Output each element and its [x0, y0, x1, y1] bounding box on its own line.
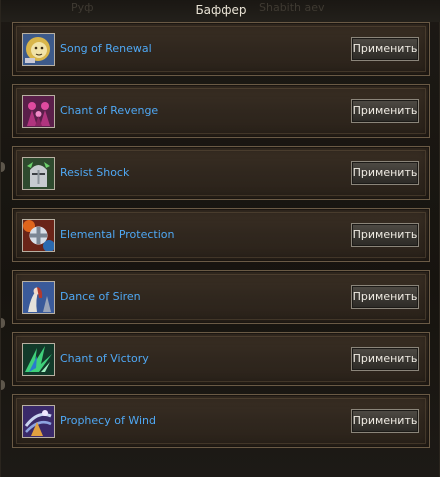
side-edge-knob	[1, 318, 5, 328]
buffer-window: Руф Shabith aev Баффер Song of Renewal П…	[0, 0, 440, 477]
knight-helmet-icon	[22, 157, 55, 190]
green-wings-icon	[22, 343, 55, 376]
skill-name: Dance of Siren	[60, 290, 141, 303]
side-edge-knob	[1, 380, 5, 390]
skill-row-chant-of-victory: Chant of Victory Применить	[12, 332, 430, 386]
siren-icon	[22, 281, 55, 314]
skill-row-prophecy-of-wind: Prophecy of Wind Применить	[12, 394, 430, 448]
skill-row-song-of-renewal: Song of Renewal Применить	[12, 22, 430, 76]
apply-button[interactable]: Применить	[351, 223, 419, 247]
skill-name: Chant of Revenge	[60, 104, 159, 117]
apply-button[interactable]: Применить	[351, 347, 419, 371]
elemental-cross-icon	[22, 219, 55, 252]
skill-name: Resist Shock	[60, 166, 130, 179]
side-edge-knob	[1, 162, 5, 172]
skill-row-resist-shock: Resist Shock Применить	[12, 146, 430, 200]
skill-row-dance-of-siren: Dance of Siren Применить	[12, 270, 430, 324]
lion-icon	[22, 33, 55, 66]
dark-figures-icon	[22, 95, 55, 128]
skill-name: Song of Renewal	[60, 42, 152, 55]
apply-button[interactable]: Применить	[351, 37, 419, 61]
wind-icon	[22, 405, 55, 438]
skill-name: Chant of Victory	[60, 352, 149, 365]
skill-name: Elemental Protection	[60, 228, 175, 241]
window-title: Баффер	[195, 3, 247, 17]
skill-name: Prophecy of Wind	[60, 414, 156, 427]
skill-row-chant-of-revenge: Chant of Revenge Применить	[12, 84, 430, 138]
apply-button[interactable]: Применить	[351, 161, 419, 185]
skill-list: Song of Renewal Применить Chant of Reven…	[12, 22, 430, 456]
apply-button[interactable]: Применить	[351, 99, 419, 123]
apply-button[interactable]: Применить	[351, 285, 419, 309]
title-bar: Руф Shabith aev Баффер	[1, 0, 440, 22]
skill-row-elemental-protection: Elemental Protection Применить	[12, 208, 430, 262]
apply-button[interactable]: Применить	[351, 409, 419, 433]
